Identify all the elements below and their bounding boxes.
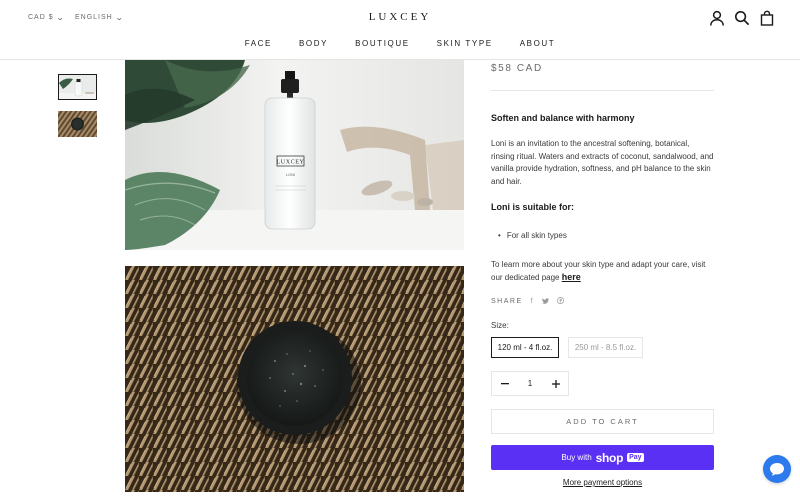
learn-more-text: To learn more about your skin type and a… [491,258,714,284]
twitter-icon[interactable] [542,297,550,306]
nav-item-skin-type[interactable]: SKIN TYPE [437,39,493,48]
thumbnail-bottle[interactable] [58,74,97,100]
buy-with-label: Buy with [561,453,592,462]
nav-item-boutique[interactable]: BOUTIQUE [355,39,410,48]
share-label: SHARE [491,298,523,305]
chat-icon [770,462,784,476]
chat-button[interactable] [763,455,791,483]
pinterest-icon[interactable] [557,297,565,306]
chevron-down-icon: ⌄ [55,13,66,22]
increase-quantity-button[interactable] [543,372,568,395]
account-icon[interactable] [709,10,725,26]
learn-more-copy: To learn more about your skin type and a… [491,260,706,282]
search-icon[interactable] [734,10,750,26]
suitable-heading: Loni is suitable for: [491,202,575,212]
bullet-icon: • [498,231,501,240]
product-price: $58 CAD [491,63,543,74]
size-option-250ml[interactable]: 250 ml - 8.5 fl.oz. [568,337,643,358]
nav-item-face[interactable]: FACE [245,39,272,48]
shop-pay-button[interactable]: Buy with shop Pay [491,445,714,470]
more-payment-options-link[interactable]: More payment options [491,478,714,487]
divider [491,90,714,91]
main-nav: FACE BODY BOUTIQUE SKIN TYPE ABOUT [0,39,800,48]
product-image-bowl [125,266,464,492]
product-heading: Soften and balance with harmony [491,113,635,123]
size-option-120ml[interactable]: 120 ml - 4 fl.oz. [491,337,559,358]
cart-icon[interactable] [759,10,775,26]
currency-selector[interactable]: CAD $ ⌄ [28,13,64,22]
site-header: CAD $ ⌄ ENGLISH ⌄ LUXCEY FACE BODY BOUTI… [0,0,800,60]
language-label: ENGLISH [75,14,113,21]
pay-badge: Pay [627,453,644,462]
share-row: SHARE f [491,297,565,306]
add-to-cart-button[interactable]: ADD TO CART [491,409,714,434]
shop-logo: shop [595,450,624,465]
language-selector[interactable]: ENGLISH ⌄ [75,13,123,22]
product-image-bottle: LUXCEY LONI [125,60,464,250]
chevron-down-icon: ⌄ [114,13,125,22]
quantity-input[interactable] [517,379,543,388]
currency-label: CAD $ [28,14,54,21]
facebook-icon[interactable]: f [531,298,534,305]
bottle-brand-text: LUXCEY [277,160,305,166]
nav-item-about[interactable]: ABOUT [520,39,556,48]
thumbnail-bowl[interactable] [58,111,97,137]
size-label: Size: [491,321,509,330]
bottle-name-text: LONI [286,172,295,177]
skin-type-page-link[interactable]: here [562,272,581,282]
nav-item-body[interactable]: BODY [299,39,328,48]
product-description: Loni is an invitation to the ancestral s… [491,139,714,187]
decrease-quantity-button[interactable] [492,372,517,395]
suitable-item-text: For all skin types [506,231,567,240]
quantity-stepper [491,371,569,396]
list-item: • For all skin types [498,231,567,240]
